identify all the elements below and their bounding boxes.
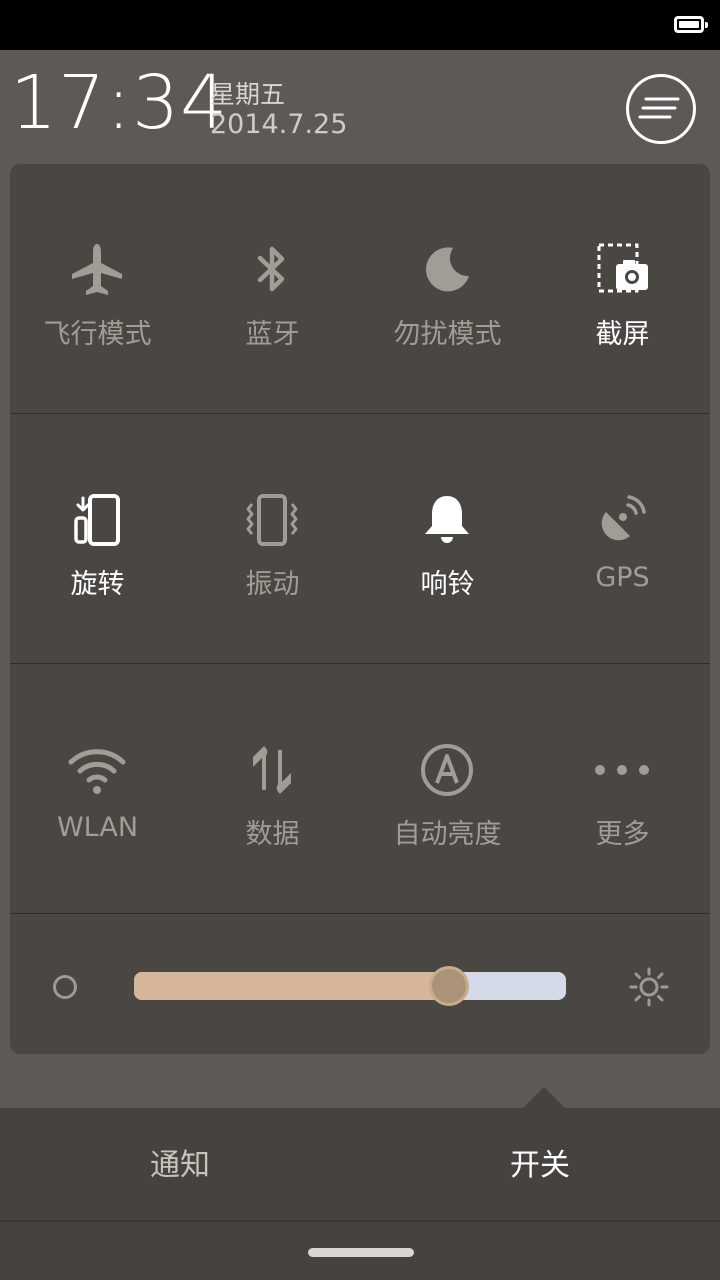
clock: 17:34 [10, 60, 229, 146]
brightness-slider-handle[interactable] [429, 966, 470, 1006]
auto-brightness-icon [421, 744, 473, 796]
toggle-screenshot[interactable]: 截屏 [535, 164, 710, 414]
data-icon [253, 746, 291, 794]
active-tab-pointer [522, 1087, 566, 1109]
toggle-label: 数据 [245, 819, 300, 850]
toggle-ringer[interactable]: 响铃 [360, 414, 535, 664]
toggle-label: 自动亮度 [393, 819, 502, 850]
toggle-vibrate[interactable]: 振动 [185, 414, 360, 664]
screenshot-icon [597, 243, 648, 293]
toggle-label: 蓝牙 [245, 319, 300, 350]
toggle-row-1: 飞行模式 蓝牙 勿扰模式 截屏 [10, 164, 710, 414]
brightness-low-icon [53, 975, 77, 999]
toggle-label: 响铃 [420, 569, 475, 600]
bluetooth-icon [257, 246, 285, 292]
toggle-row-2: 旋转 振动 响铃 GPS [10, 414, 710, 664]
toggle-wlan[interactable]: WLAN [10, 664, 185, 914]
divider [0, 1220, 720, 1222]
menu-button[interactable] [626, 74, 696, 144]
gps-icon [601, 495, 646, 541]
status-bar [0, 0, 720, 50]
toggle-gps[interactable]: GPS [535, 414, 710, 664]
moon-icon [426, 247, 469, 292]
toggle-data[interactable]: 数据 [185, 664, 360, 914]
toggle-label: WLAN [56, 812, 139, 843]
drag-handle[interactable] [308, 1248, 414, 1257]
toggle-label: GPS [595, 562, 650, 593]
battery-icon [674, 16, 708, 33]
toggle-label: 飞行模式 [43, 319, 152, 350]
toggle-label: 更多 [595, 819, 650, 850]
toggle-more[interactable]: 更多 [535, 664, 710, 914]
airplane-icon [72, 244, 122, 295]
weekday: 星期五 [210, 80, 286, 109]
brightness-slider[interactable] [134, 972, 566, 1000]
brightness-fill [134, 972, 450, 1000]
toggle-label: 振动 [245, 569, 300, 600]
toggle-row-3: WLAN 数据 自动亮度 更多 [10, 664, 710, 914]
date: 2014.7.25 [210, 109, 348, 140]
tab-notifications[interactable]: 通知 [0, 1146, 360, 1186]
quick-settings-panel: 飞行模式 蓝牙 勿扰模式 截屏 旋转 振动 响铃 GPS WLAN 数据 自动亮… [10, 164, 710, 1054]
toggle-bluetooth[interactable]: 蓝牙 [185, 164, 360, 414]
toggle-airplane[interactable]: 飞行模式 [10, 164, 185, 414]
toggle-label: 旋转 [70, 569, 125, 600]
menu-icon [638, 97, 680, 119]
toggle-label: 截屏 [595, 319, 650, 350]
toggle-rotate[interactable]: 旋转 [10, 414, 185, 664]
bell-icon [425, 496, 469, 543]
toggle-label: 勿扰模式 [393, 319, 502, 350]
vibrate-icon [246, 494, 298, 546]
more-icon [595, 765, 649, 775]
wifi-icon [68, 749, 126, 794]
tab-toggles[interactable]: 开关 [360, 1146, 720, 1186]
rotate-icon [74, 494, 120, 546]
toggle-auto-brightness[interactable]: 自动亮度 [360, 664, 535, 914]
brightness-high-icon [629, 967, 669, 1007]
bottom-tab-bar: 通知 开关 [0, 1108, 720, 1280]
brightness-row [10, 914, 710, 1054]
header: 17:34 星期五 2014.7.25 [0, 50, 720, 164]
toggle-do-not-disturb[interactable]: 勿扰模式 [360, 164, 535, 414]
